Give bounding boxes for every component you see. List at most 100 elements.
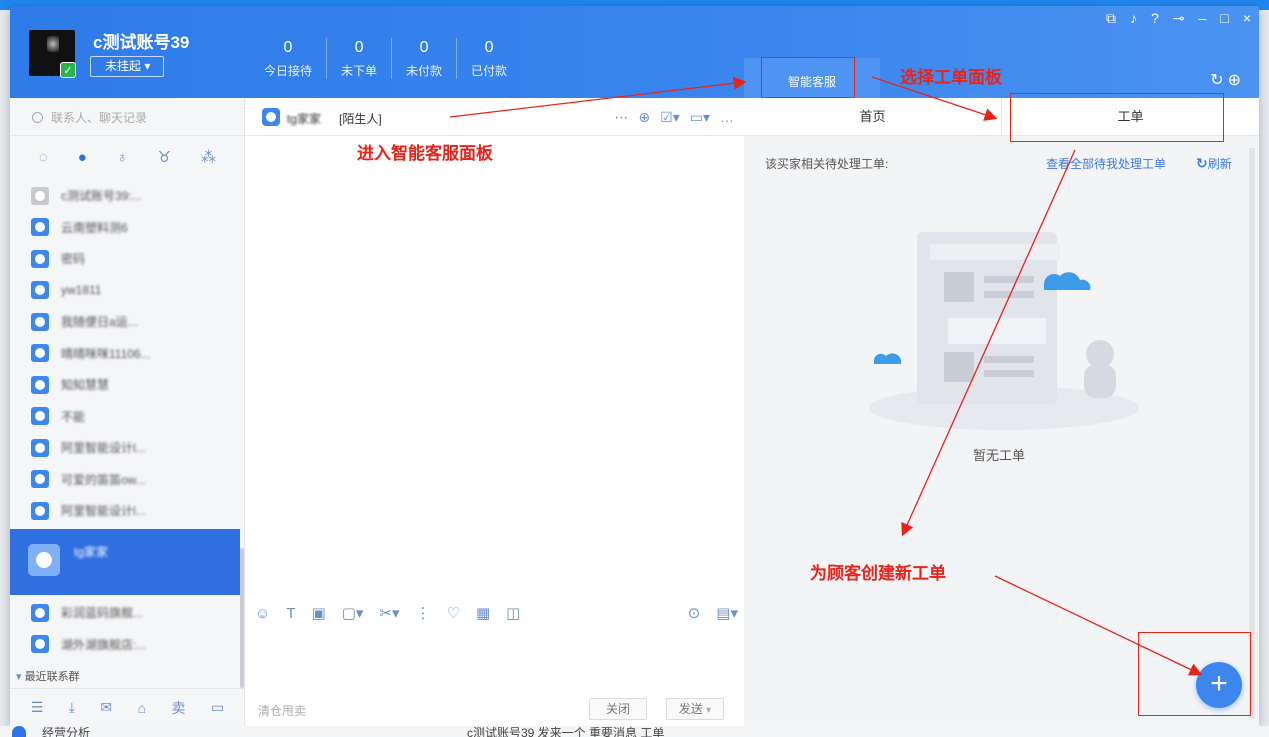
active-contact-item[interactable]: tg家家 (10, 529, 240, 595)
pin-icon[interactable]: ⊸ (1173, 10, 1185, 27)
folder-icon[interactable]: ▢▾ (342, 604, 364, 622)
scissors-icon[interactable]: ✂▾ (379, 604, 399, 622)
contact-nav: ◌ ● ♁ ♉ ⁂ (10, 138, 245, 178)
stat-paid[interactable]: 0 已付款 (457, 38, 521, 79)
chat-input[interactable]: 清仓甩卖 (258, 702, 306, 719)
desktop-bottom-strip: 经营分析 c测试账号39 发来一个 重要消息 工单 (0, 726, 1269, 737)
list-item[interactable]: 密码 (10, 243, 245, 275)
history-icon[interactable]: ▤▾ (716, 604, 738, 622)
chat-contact-avatar-icon[interactable] (262, 108, 280, 126)
search-placeholder: 联系人、聊天记录 (51, 111, 148, 125)
chat-bubble-icon[interactable]: ◌ (39, 138, 48, 178)
sell-icon[interactable]: 卖 (172, 698, 186, 718)
contact-panel: 联系人、聊天记录 ◌ ● ♁ ♉ ⁂ c测试账号39:... 云南塑料测6 密码… (10, 98, 245, 726)
calculator-icon[interactable]: ▦ (476, 604, 490, 622)
chat-header-tools: ⋯ ⊕ ☑▾ ▭▾ … (614, 109, 734, 126)
list-item[interactable]: 阿里智能设计l... (10, 495, 245, 527)
search-box[interactable]: 联系人、聊天记录 (10, 98, 245, 136)
contact-avatar-icon (28, 544, 60, 576)
heart-icon[interactable]: ♡ (447, 604, 460, 622)
group-people-icon[interactable]: ♉ (158, 138, 171, 178)
contact-name: 我随便日a运... (61, 315, 138, 330)
contact-avatar-icon (31, 312, 49, 331)
store-icon[interactable]: ⌂ (138, 700, 146, 716)
app-icon[interactable] (12, 726, 26, 737)
task-icon[interactable]: ☑▾ (660, 109, 680, 126)
pending-orders-hint: 该买家相关待处理工单: (765, 157, 889, 171)
contact-name: c测试账号39:... (61, 189, 142, 204)
contact-avatar-icon (31, 218, 49, 237)
send-label: 发送 (678, 702, 703, 716)
stat-today[interactable]: 0 今日接待 (250, 38, 328, 79)
empty-state-illustration (869, 232, 1139, 430)
maximize-icon[interactable]: □ (1220, 10, 1228, 27)
stat-label: 未付款 (406, 64, 443, 78)
stat-value: 0 (354, 39, 364, 56)
status-dropdown[interactable]: 未挂起 ▾ (90, 56, 164, 77)
add-circle-icon[interactable]: ⊕ (1228, 72, 1245, 89)
list-item[interactable]: 我随便日a运... (10, 306, 245, 338)
send-button[interactable]: 发送 ▾ (666, 698, 724, 720)
contact-scrollbar[interactable] (240, 548, 244, 688)
contact-name: 不能 (61, 409, 86, 424)
list-item[interactable]: c测试账号39:... (10, 180, 245, 212)
list-item[interactable]: 知知慧慧 (10, 369, 245, 401)
contact-avatar-icon (31, 635, 49, 654)
refresh-icon[interactable]: ↻ (1210, 72, 1227, 89)
screenshot-icon[interactable]: ⧉ (1106, 10, 1116, 27)
list-item[interactable]: 云南塑料测6 (10, 212, 245, 244)
tab-home[interactable]: 首页 (744, 98, 1001, 135)
list-item[interactable]: 晴晴咪咪11106... (10, 338, 245, 370)
add-contact-icon[interactable]: ⊕ (638, 109, 650, 126)
account-name: c测试账号39 (93, 33, 190, 52)
chat-header: tg家家 [陌生人] ⋯ ⊕ ☑▾ ▭▾ … (245, 98, 744, 136)
minimize-icon[interactable]: – (1199, 10, 1207, 27)
image-icon[interactable]: ▣ (312, 604, 326, 622)
mail-icon[interactable]: ✉ (100, 699, 112, 716)
notification-text[interactable]: c测试账号39 发来一个 重要消息 工单 (467, 724, 664, 737)
coupon-icon[interactable]: ◫ (506, 604, 520, 622)
more-icon[interactable]: … (720, 109, 734, 126)
chevron-down-icon: ▾ (144, 59, 151, 73)
contact-avatar-icon (31, 344, 49, 363)
list-item[interactable]: 湖外湖旗舰店:... (10, 629, 245, 661)
text-format-icon[interactable]: T (286, 605, 295, 622)
list-item[interactable]: 阿里智能设计l... (10, 432, 245, 464)
stat-label: 已付款 (471, 64, 508, 78)
view-all-orders-link[interactable]: 查看全部待我处理工单 (1046, 155, 1166, 172)
chat-input-toolbar: ☺ T ▣ ▢▾ ✂▾ ⋮ ♡ ▦ ◫ ⊙ ▤▾ (245, 598, 744, 628)
download-icon[interactable]: ⤓ (69, 699, 75, 716)
list-item[interactable]: yw1811 (10, 275, 245, 307)
sound-icon[interactable]: ♪ (1130, 10, 1137, 27)
list-item[interactable]: 可爱的笛笛ow... (10, 464, 245, 496)
close-icon[interactable]: × (1243, 10, 1251, 27)
transfer-icon[interactable]: ⊙ (688, 604, 701, 622)
close-chat-button[interactable]: 关闭 (589, 698, 647, 720)
window-icon[interactable]: ▭ (211, 699, 224, 716)
stat-no-order[interactable]: 0 未下单 (327, 38, 393, 79)
chevron-down-icon[interactable]: ▾ (706, 705, 711, 716)
app-label[interactable]: 经营分析 (42, 724, 90, 737)
stat-unpaid[interactable]: 0 未付款 (392, 38, 458, 79)
contact-name: 云南塑料测6 (61, 220, 128, 235)
recent-groups-header[interactable]: ▾ 最近联系群 (16, 668, 80, 684)
contact-avatar-icon (31, 186, 49, 205)
message-icon[interactable]: ⋯ (614, 109, 628, 126)
contact-person-icon[interactable]: ♁ (117, 138, 128, 178)
contact-avatar-icon (31, 407, 49, 426)
contact-name: 可爱的笛笛ow... (61, 472, 146, 487)
list-item[interactable]: 彩润蓝码旗舰... (10, 597, 245, 629)
refresh-button[interactable]: ↻刷新 (1196, 155, 1232, 172)
contact-name: 密码 (61, 252, 86, 267)
contact-avatar-icon (31, 470, 49, 489)
shake-icon[interactable]: ⋮ (416, 604, 431, 622)
header-bar: ✓ c测试账号39 未挂起 ▾ 0 今日接待 0 未下单 0 未付款 0 已付款… (10, 6, 1259, 98)
org-tree-icon[interactable]: ⁂ (201, 138, 216, 178)
recent-clock-icon[interactable]: ● (78, 138, 87, 178)
emoji-icon[interactable]: ☺ (255, 605, 270, 622)
menu-icon[interactable]: ☰ (31, 699, 44, 716)
video-icon[interactable]: ▭▾ (690, 109, 710, 126)
list-item[interactable]: 不能 (10, 401, 245, 433)
help-icon[interactable]: ? (1151, 10, 1159, 27)
chat-contact-name: tg家家 (287, 112, 322, 126)
